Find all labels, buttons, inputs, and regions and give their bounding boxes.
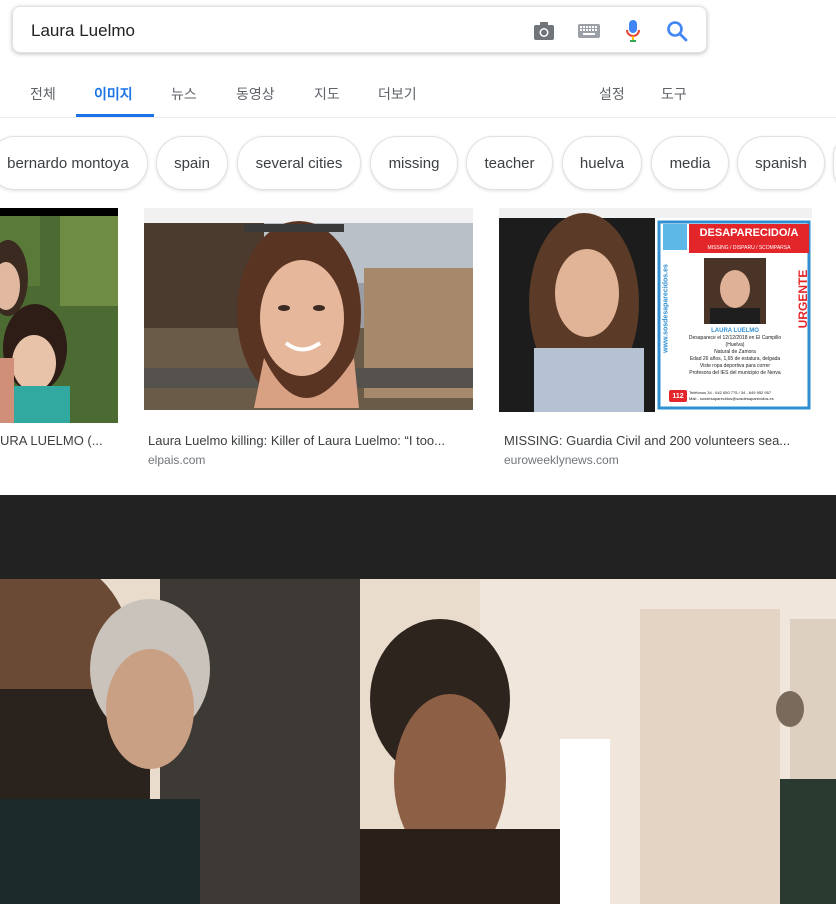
search-input[interactable]: Laura Luelmo xyxy=(31,21,135,41)
poster-details: LAURA LUELMO Desaparece el 12/12/2018 en… xyxy=(679,328,791,377)
chip-media[interactable]: media xyxy=(651,136,729,190)
poster-photo xyxy=(704,258,766,324)
chip-spain[interactable]: spain xyxy=(156,136,228,190)
result-source-2[interactable]: elpais.com xyxy=(148,453,205,467)
poster-contact: Teléfonos 34 - 642 650 775 / 34 - 649 95… xyxy=(689,390,809,402)
result-title-2[interactable]: Laura Luelmo killing: Killer of Laura Lu… xyxy=(148,433,468,448)
active-tab-indicator xyxy=(76,114,154,117)
result-image-3[interactable]: DESAPARECIDO/A MISSING / DISPARU / SCOMP… xyxy=(499,208,812,412)
preview-image[interactable] xyxy=(0,579,836,904)
poster-logo xyxy=(663,224,687,250)
poster-line-5: Profesora del IES del municipio de Nerva xyxy=(689,370,781,376)
chip-spanish[interactable]: spanish xyxy=(737,136,825,190)
chip-bernardo-montoya[interactable]: bernardo montoya xyxy=(0,136,148,190)
poster-emergency-badge: 112 xyxy=(669,390,687,402)
poster-subheader: MISSING / DISPARU / SCOMPARSA xyxy=(689,242,809,253)
microphone-icon[interactable] xyxy=(621,19,645,43)
keyboard-icon[interactable] xyxy=(577,19,601,43)
result-title-3[interactable]: MISSING: Guardia Civil and 200 volunteer… xyxy=(504,433,812,448)
google-image-search-page: Laura Luelmo 전체 이미지 뉴스 동영상 지도 더보기 설정 도구 … xyxy=(0,0,836,904)
tab-maps[interactable]: 지도 xyxy=(314,84,340,104)
chip-missing[interactable]: missing xyxy=(370,136,458,190)
result-source-3[interactable]: euroweeklynews.com xyxy=(504,453,619,467)
search-icon[interactable] xyxy=(665,19,689,43)
poster-line-2: Natural de Zamora xyxy=(714,349,756,355)
search-bar[interactable]: Laura Luelmo xyxy=(12,6,707,53)
camera-icon[interactable] xyxy=(532,19,556,43)
poster-side-label: www.sosdesaparecidos.es xyxy=(662,264,670,353)
poster-mail: Mail - sosdesaparecidos@sosdesaparecidos… xyxy=(689,396,774,401)
related-chips: bernardo montoya spain several cities mi… xyxy=(0,136,836,190)
tab-more[interactable]: 더보기 xyxy=(378,84,417,104)
poster-line-3: Edad 26 años, 1,65 de estatura, delgada xyxy=(689,356,781,362)
tab-all[interactable]: 전체 xyxy=(30,84,56,104)
poster-line-1: Desaparece el 12/12/2018 en El Campillo … xyxy=(688,335,782,348)
poster-urgent-label: URGENTE xyxy=(796,269,810,329)
search-tabs: 전체 이미지 뉴스 동영상 지도 더보기 설정 도구 xyxy=(0,70,836,118)
chip-several-cities[interactable]: several cities xyxy=(237,136,361,190)
poster-line-4: Viste ropa deportiva para correr xyxy=(699,363,771,369)
result-image-2[interactable] xyxy=(144,208,473,410)
tab-settings[interactable]: 설정 xyxy=(599,84,625,104)
tab-videos[interactable]: 동영상 xyxy=(236,84,275,104)
chip-huelva[interactable]: huelva xyxy=(562,136,642,190)
preview-panel-header xyxy=(0,495,836,579)
poster-name: LAURA LUELMO xyxy=(711,328,759,334)
tab-images[interactable]: 이미지 xyxy=(94,84,133,104)
result-image-1[interactable] xyxy=(0,208,118,423)
poster-header: DESAPARECIDO/A xyxy=(689,224,809,242)
tab-news[interactable]: 뉴스 xyxy=(171,84,197,104)
result-title-1[interactable]: URA LUELMO (... xyxy=(0,433,118,448)
chip-teacher[interactable]: teacher xyxy=(466,136,553,190)
tab-tools[interactable]: 도구 xyxy=(661,84,687,104)
